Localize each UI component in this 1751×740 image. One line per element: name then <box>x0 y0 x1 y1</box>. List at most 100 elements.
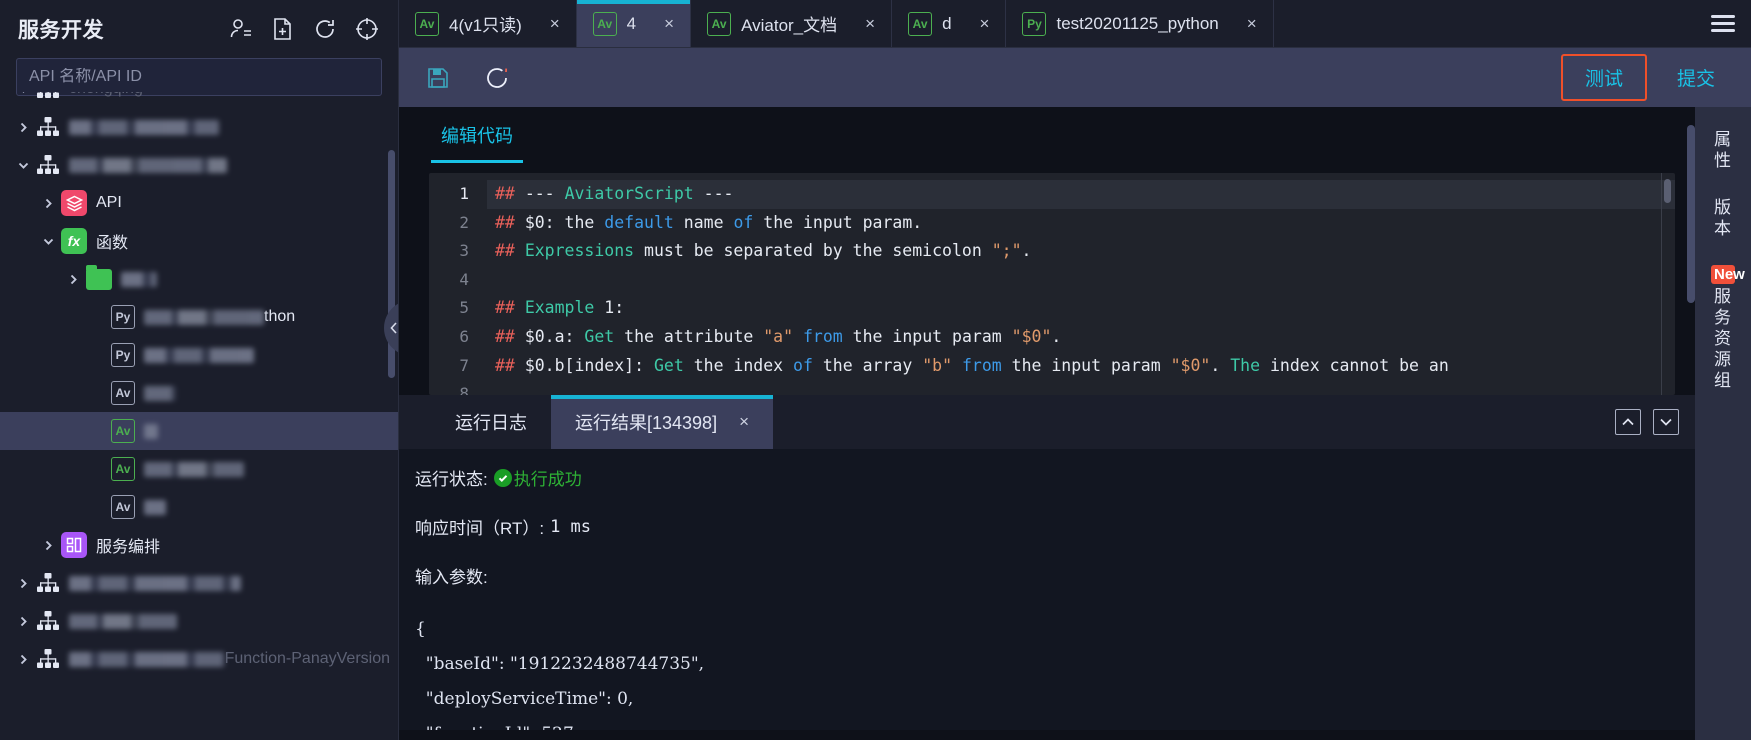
code-text: ## Expressions must be separated by the … <box>495 241 1032 261</box>
tree-item-label-redacted <box>144 347 254 363</box>
search-box[interactable] <box>16 58 382 96</box>
code-line[interactable]: 4 <box>429 266 1675 295</box>
response-time-label: 响应时间（RT）: <box>415 519 545 538</box>
chevron-down-icon[interactable] <box>35 235 61 248</box>
tree-item-label-redacted <box>69 575 241 591</box>
tree-item[interactable]: API <box>0 184 398 222</box>
chevron-right-icon[interactable] <box>10 615 36 628</box>
file-add-icon[interactable] <box>270 16 296 42</box>
save-icon[interactable] <box>425 65 451 91</box>
right-rail-item[interactable]: New 服务资源组 <box>1711 265 1745 391</box>
expand-up-button[interactable] <box>1615 409 1641 435</box>
submit-button[interactable]: 提交 <box>1663 56 1729 99</box>
av-green-icon: Av <box>111 419 135 443</box>
sidebar-tree[interactable]: chongqing API fx 函数 Py thon Py Av Av Av Av 服务编排 Func… <box>0 92 398 740</box>
tree-item-label-redacted <box>144 385 176 401</box>
chevron-right-icon[interactable] <box>10 121 36 134</box>
code-editor[interactable]: 1 ## --- AviatorScript --- 2 ## $0: the def… <box>429 173 1675 395</box>
tree-item-label-redacted <box>69 119 219 135</box>
right-rail-item[interactable]: 属性 <box>1711 129 1735 171</box>
tree-item[interactable]: Py <box>0 336 398 374</box>
tree-item[interactable]: Function-PanayVersion <box>0 640 398 678</box>
folder-icon <box>86 264 112 290</box>
tree-item[interactable] <box>0 564 398 602</box>
close-icon[interactable]: × <box>664 15 674 32</box>
results-tab-label: 运行日志 <box>455 413 527 433</box>
chevron-right-icon[interactable] <box>60 273 86 286</box>
tree-item[interactable]: fx 函数 <box>0 222 398 260</box>
editor-tab[interactable]: Av d × <box>892 0 1007 47</box>
chevron-down-icon[interactable] <box>10 159 36 172</box>
close-icon[interactable]: × <box>1247 15 1257 32</box>
code-lines[interactable]: 1 ## --- AviatorScript --- 2 ## $0: the def… <box>429 173 1675 395</box>
tree-item[interactable]: Av <box>0 374 398 412</box>
input-params-json: { "baseId": "1912232488744735", "deployS… <box>415 619 705 730</box>
editor-sub-tabs[interactable]: 编辑代码 <box>399 107 1695 163</box>
tree-item[interactable]: 服务编排 <box>0 526 398 564</box>
editor-tab[interactable]: Py test20201125_python × <box>1006 0 1274 47</box>
left-sidebar: 服务开发 API 名称/API ID API fx 函数 Py thon Py … <box>0 0 399 740</box>
chevron-right-icon[interactable] <box>10 653 36 666</box>
av-file-icon: Av <box>908 11 933 36</box>
close-icon[interactable]: × <box>980 15 990 32</box>
code-line[interactable]: 1 ## --- AviatorScript --- <box>429 180 1675 209</box>
close-icon[interactable]: × <box>865 15 875 32</box>
tree-item-label-redacted <box>144 499 166 515</box>
hamburger-icon[interactable] <box>1695 0 1751 48</box>
chevron-down-icon[interactable] <box>10 92 36 96</box>
reload-icon[interactable] <box>483 64 511 92</box>
chevron-right-icon[interactable] <box>35 197 61 210</box>
line-number: 1 <box>459 184 469 203</box>
editor-tab[interactable]: Av 4 × <box>576 0 692 47</box>
check-circle-icon <box>493 468 512 487</box>
py-gray-icon: Py <box>111 343 135 367</box>
tree-item[interactable]: chongqing <box>0 92 398 108</box>
code-line[interactable]: 3 ## Expressions must be separated by the… <box>429 237 1675 266</box>
line-number: 3 <box>459 241 469 261</box>
right-rail-item-label: 属性 <box>1714 130 1732 170</box>
tree-item[interactable] <box>0 108 398 146</box>
close-icon[interactable]: × <box>550 15 560 32</box>
tree-item[interactable]: Py thon <box>0 298 398 336</box>
editor-tab[interactable]: Av Aviator_文档 × <box>691 0 893 47</box>
tree-item[interactable]: Av <box>0 450 398 488</box>
code-line[interactable]: 7 ## $0.b[index]: Get the index of the ar… <box>429 352 1675 381</box>
editor-tab[interactable]: Av 4(v1只读) × <box>399 0 577 47</box>
results-tab-bar[interactable]: 运行日志 运行结果[134398] × <box>399 395 1695 449</box>
tree-item-label-redacted <box>144 423 158 439</box>
refresh-icon[interactable] <box>312 16 338 42</box>
target-icon[interactable] <box>354 16 380 42</box>
results-tab[interactable]: 运行结果[134398] × <box>551 395 774 449</box>
tree-item[interactable] <box>0 146 398 184</box>
av-file-icon: Av <box>415 11 439 36</box>
tab-edit-code[interactable]: 编辑代码 <box>431 122 523 163</box>
editor-area-scrollbar[interactable] <box>1687 125 1695 303</box>
search-input[interactable] <box>29 68 369 86</box>
av-gray-icon: Av <box>111 495 135 519</box>
chevron-right-icon[interactable] <box>35 539 61 552</box>
collapse-down-button[interactable] <box>1653 409 1679 435</box>
close-icon[interactable]: × <box>739 412 749 432</box>
results-tab[interactable]: 运行日志 <box>431 395 551 449</box>
chevron-right-icon[interactable] <box>10 577 36 590</box>
tree-item-label: Function-PanayVersion <box>224 650 390 667</box>
code-line[interactable]: 6 ## $0.a: Get the attribute "a" from the… <box>429 323 1675 352</box>
editor-tab-bar[interactable]: Av 4(v1只读) × Av 4 × Av Aviator_文档 × Av d × Py test202… <box>399 0 1751 48</box>
code-line[interactable]: 2 ## $0: the default name of the input pa… <box>429 209 1675 238</box>
test-button[interactable]: 测试 <box>1560 54 1647 101</box>
line-number: 7 <box>459 355 469 375</box>
code-line[interactable]: 8 <box>429 380 1675 395</box>
tree-item[interactable] <box>0 602 398 640</box>
code-vertical-scrollbar[interactable] <box>1664 179 1671 203</box>
tree-item[interactable] <box>0 260 398 298</box>
run-status-value: 执行成功 <box>513 470 582 489</box>
user-add-icon[interactable] <box>228 16 254 42</box>
right-rail-items[interactable]: 属性版本 New 服务资源组 <box>1711 129 1745 391</box>
tree-item[interactable]: Av <box>0 412 398 450</box>
editor-column: 编辑代码 1 ## --- AviatorScript --- 2 ## $0: th… <box>399 107 1695 740</box>
code-line[interactable]: 5 ## Example 1: <box>429 294 1675 323</box>
tree-item-label-redacted <box>121 271 157 287</box>
editor-tab-label: 4 <box>626 13 637 33</box>
tree-item[interactable]: Av <box>0 488 398 526</box>
right-rail-item[interactable]: 版本 <box>1711 197 1735 239</box>
